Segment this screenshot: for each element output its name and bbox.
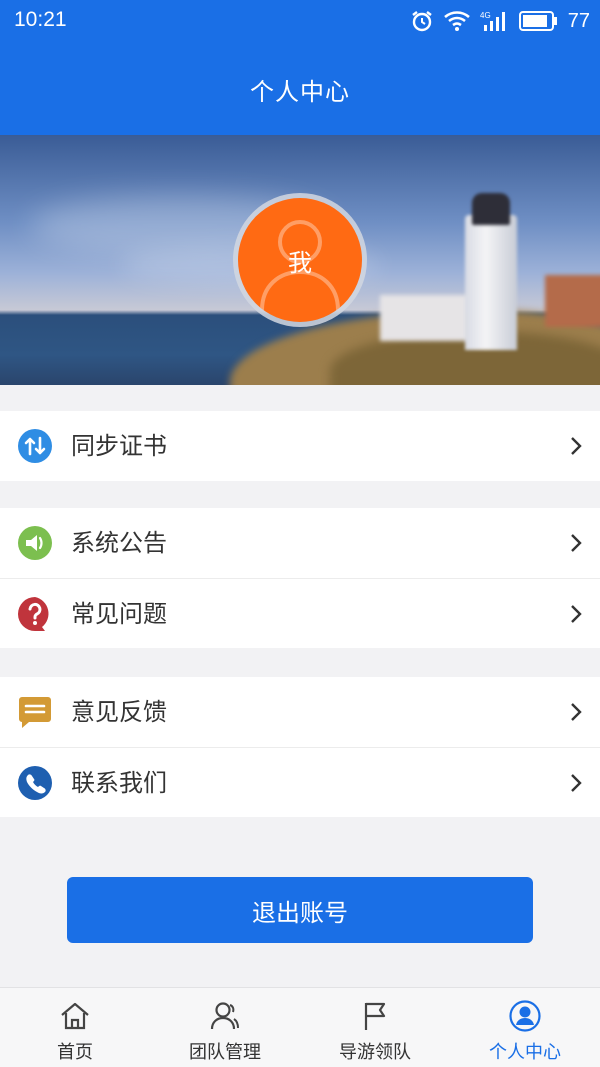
menu-item-label: 常见问题 <box>71 600 167 628</box>
menu-item-label: 联系我们 <box>71 769 167 797</box>
flag-icon <box>364 1002 386 1030</box>
feedback-icon <box>19 697 51 728</box>
menu-item-label: 系统公告 <box>71 529 167 557</box>
chevron-right-icon <box>571 605 582 623</box>
tab-label: 首页 <box>57 1042 93 1063</box>
avatar-label: 我 <box>288 248 312 277</box>
tab-team-management[interactable]: 团队管理 <box>150 988 300 1067</box>
chevron-right-icon <box>571 703 582 721</box>
tab-label: 个人中心 <box>489 1042 561 1063</box>
chevron-right-icon <box>571 437 582 455</box>
menu-group-info: 系统公告 常见问题 <box>0 508 600 648</box>
menu-item-announcements[interactable]: 系统公告 <box>0 508 600 578</box>
page-title: 个人中心 <box>250 78 350 106</box>
alarm-icon <box>412 11 432 32</box>
menu-group-support: 意见反馈 联系我们 <box>0 677 600 817</box>
menu-group-certificate: 同步证书 <box>0 411 600 481</box>
status-time: 10:21 <box>14 8 67 31</box>
user-icon <box>509 1000 541 1032</box>
sync-icon <box>18 429 52 463</box>
question-icon <box>18 597 49 631</box>
menu-item-sync-certificate[interactable]: 同步证书 <box>0 411 600 481</box>
tab-label: 团队管理 <box>189 1042 261 1063</box>
wifi-icon <box>443 11 470 31</box>
chevron-right-icon <box>571 774 582 792</box>
chevron-right-icon <box>571 534 582 552</box>
logout-button[interactable]: 退出账号 <box>67 877 533 943</box>
avatar[interactable]: 我 <box>238 198 362 322</box>
menu-item-label: 意见反馈 <box>71 698 167 726</box>
home-icon <box>61 1002 89 1030</box>
battery-icon <box>518 11 557 31</box>
phone-icon <box>18 766 52 800</box>
tab-guide-leader[interactable]: 导游领队 <box>300 988 450 1067</box>
svg-text:4G: 4G <box>480 11 491 20</box>
menu-item-feedback[interactable]: 意见反馈 <box>0 677 600 747</box>
status-icons: 4G 77 <box>410 7 590 35</box>
cellular-signal-icon: 4G <box>480 11 505 31</box>
speaker-icon <box>18 526 52 560</box>
tab-label: 导游领队 <box>339 1042 411 1063</box>
status-bar: 10:21 4G 77 <box>0 0 600 44</box>
tab-personal-center[interactable]: 个人中心 <box>450 988 600 1067</box>
menu-item-faq[interactable]: 常见问题 <box>0 578 600 648</box>
tab-home[interactable]: 首页 <box>0 988 150 1067</box>
team-icon <box>210 1002 239 1030</box>
menu-item-label: 同步证书 <box>71 432 167 460</box>
lighthouse-image <box>465 215 517 350</box>
battery-percent: 77 <box>567 9 590 32</box>
menu-item-contact-us[interactable]: 联系我们 <box>0 747 600 817</box>
bottom-tab-bar: 首页 团队管理 导游领队 个人中心 <box>0 987 600 1067</box>
header-bar: 个人中心 <box>0 44 600 135</box>
